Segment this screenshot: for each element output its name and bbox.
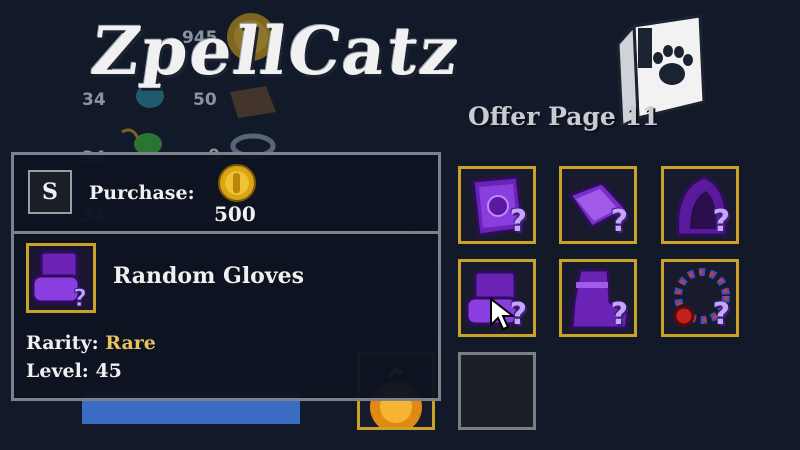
- level-label: Level:: [26, 360, 89, 382]
- unknown-item-marker: ?: [509, 204, 527, 239]
- purchase-hotkey: S: [28, 170, 72, 214]
- offer-slot-scroll[interactable]: ?: [559, 166, 637, 244]
- rarity-label: Rarity:: [26, 332, 99, 354]
- item-level: Level: 45: [26, 360, 122, 382]
- tooltip-divider: [14, 231, 438, 234]
- purchase-label: Purchase:: [89, 182, 195, 204]
- level-value: 45: [95, 360, 122, 382]
- item-tooltip: S Purchase: 500 ? Random Gloves Rarity: …: [11, 152, 441, 401]
- gloves-icon: ?: [31, 250, 87, 310]
- svg-text:?: ?: [73, 284, 87, 310]
- unknown-item-marker: ?: [610, 297, 628, 332]
- offer-page-label: Offer Page 11: [468, 102, 660, 131]
- offer-slot-hood[interactable]: ?: [661, 166, 739, 244]
- item-rarity: Rarity: Rare: [26, 332, 156, 354]
- unknown-item-marker: ?: [712, 204, 730, 239]
- purchase-price: 500: [214, 202, 256, 226]
- gold-coin-icon: [217, 163, 257, 207]
- inventory-count: 34: [82, 90, 106, 110]
- offer-slot-empty[interactable]: [458, 352, 536, 430]
- unknown-item-marker: ?: [712, 297, 730, 332]
- offer-slot-spellbook[interactable]: ?: [458, 166, 536, 244]
- mouse-cursor-icon: [489, 296, 517, 335]
- offer-slot-boots[interactable]: ?: [559, 259, 637, 337]
- item-name: Random Gloves: [113, 263, 305, 289]
- item-thumbnail: ?: [26, 243, 96, 313]
- inventory-count: 50: [193, 90, 217, 110]
- offer-slot-amulet[interactable]: ?: [661, 259, 739, 337]
- rarity-value: Rare: [105, 332, 156, 354]
- logo-title: ZpellCatz: [86, 12, 466, 90]
- unknown-item-marker: ?: [610, 204, 628, 239]
